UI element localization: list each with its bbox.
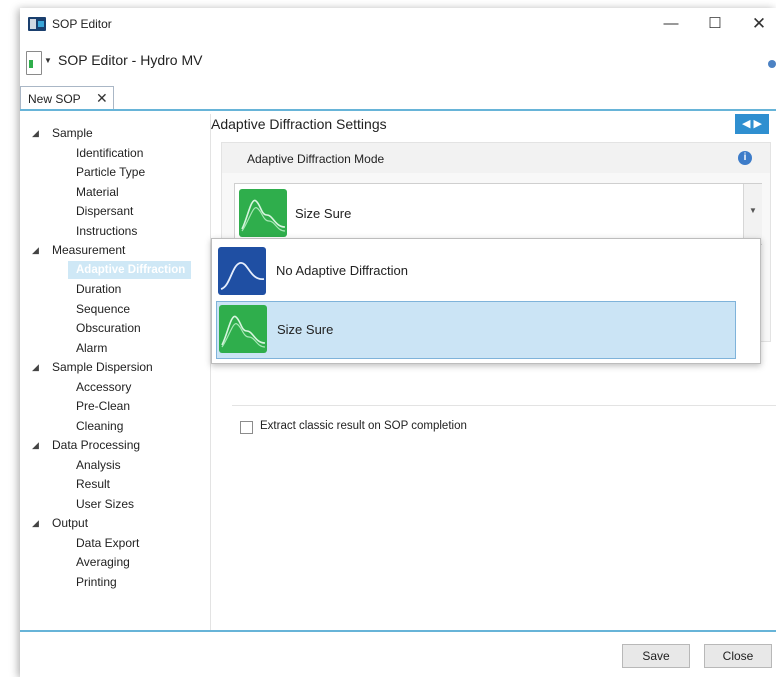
adaptive-diffraction-mode-select[interactable]: Size Sure ▼ — [234, 183, 762, 245]
size-sure-curve-icon — [219, 305, 267, 353]
dropdown-chevron-icon[interactable]: ▼ — [743, 184, 762, 244]
nav-item-identification[interactable]: Identification — [76, 144, 143, 162]
nav-item-accessory[interactable]: Accessory — [76, 378, 131, 396]
close-window-button[interactable]: ✕ — [742, 12, 776, 36]
window-title: SOP Editor — [52, 17, 112, 31]
size-sure-curve-icon — [239, 189, 287, 237]
nav-item-analysis[interactable]: Analysis — [76, 456, 121, 474]
nav-item-particle-type[interactable]: Particle Type — [76, 163, 145, 181]
extract-classic-result-checkbox[interactable] — [240, 421, 253, 434]
nav-group-sample-dispersion[interactable]: ◢ Sample Dispersion — [32, 358, 153, 376]
nav-item-instructions[interactable]: Instructions — [76, 222, 137, 240]
nav-item-user-sizes[interactable]: User Sizes — [76, 495, 134, 513]
app-icon — [28, 17, 46, 31]
nav-item-result[interactable]: Result — [76, 475, 110, 493]
section-title: Adaptive Diffraction Settings — [211, 116, 387, 132]
nav-group-sample[interactable]: ◢ Sample — [32, 124, 93, 142]
mode-dropdown-list: No Adaptive Diffraction Size Sure — [211, 238, 761, 364]
selected-mode-label: Size Sure — [295, 206, 352, 221]
tab-label: New SOP — [28, 92, 81, 106]
help-icon[interactable] — [768, 60, 776, 68]
footer-divider — [20, 630, 776, 632]
nav-item-adaptive-diffraction[interactable]: Adaptive Diffraction — [68, 261, 192, 279]
document-title: SOP Editor - Hydro MV — [58, 52, 203, 68]
option-label: Size Sure — [277, 322, 334, 337]
save-button[interactable]: Save — [622, 644, 690, 668]
nav-group-measurement[interactable]: ◢ Measurement — [32, 241, 125, 259]
panel-header: Adaptive Diffraction Mode i — [222, 143, 770, 173]
title-bar: SOP Editor — ☐ ✕ — [20, 8, 776, 40]
document-menu-chevron-icon[interactable]: ▼ — [44, 56, 52, 65]
panel-divider — [232, 405, 776, 406]
nav-item-dispersant[interactable]: Dispersant — [76, 202, 133, 220]
no-adaptive-diffraction-curve-icon — [218, 247, 266, 295]
extract-classic-result-label[interactable]: Extract classic result on SOP completion — [260, 420, 467, 432]
expanded-icon: ◢ — [32, 245, 39, 255]
option-label: No Adaptive Diffraction — [276, 263, 408, 278]
info-icon[interactable]: i — [738, 151, 752, 165]
nav-item-duration[interactable]: Duration — [76, 280, 121, 298]
close-button[interactable]: Close — [704, 644, 772, 668]
nav-item-material[interactable]: Material — [76, 183, 119, 201]
nav-item-sequence[interactable]: Sequence — [76, 300, 130, 318]
expanded-icon: ◢ — [32, 518, 39, 528]
prev-next-arrows-icon[interactable]: ◀ ▶ — [735, 114, 769, 134]
option-size-sure[interactable]: Size Sure — [216, 301, 736, 359]
nav-item-pre-clean[interactable]: Pre-Clean — [76, 397, 130, 415]
sop-navigation-tree: ◢ Sample Identification Particle Type Mat… — [20, 114, 211, 630]
nav-item-obscuration[interactable]: Obscuration — [76, 319, 141, 337]
minimize-button[interactable]: — — [654, 12, 688, 36]
tab-new-sop[interactable]: New SOP ✕ — [20, 86, 114, 111]
nav-group-data-processing[interactable]: ◢ Data Processing — [32, 436, 140, 454]
option-no-adaptive-diffraction[interactable]: No Adaptive Diffraction — [216, 243, 754, 299]
document-icon[interactable] — [26, 51, 42, 75]
maximize-button[interactable]: ☐ — [698, 12, 732, 36]
nav-item-averaging[interactable]: Averaging — [76, 553, 130, 571]
expanded-icon: ◢ — [32, 128, 39, 138]
nav-item-cleaning[interactable]: Cleaning — [76, 417, 123, 435]
expanded-icon: ◢ — [32, 440, 39, 450]
tab-close-icon[interactable]: ✕ — [96, 90, 108, 107]
nav-item-alarm[interactable]: Alarm — [76, 339, 107, 357]
nav-group-output[interactable]: ◢ Output — [32, 514, 88, 532]
nav-item-data-export[interactable]: Data Export — [76, 534, 139, 552]
expanded-icon: ◢ — [32, 362, 39, 372]
tab-divider — [20, 109, 776, 111]
nav-item-printing[interactable]: Printing — [76, 573, 117, 591]
panel-header-label: Adaptive Diffraction Mode — [247, 152, 385, 166]
